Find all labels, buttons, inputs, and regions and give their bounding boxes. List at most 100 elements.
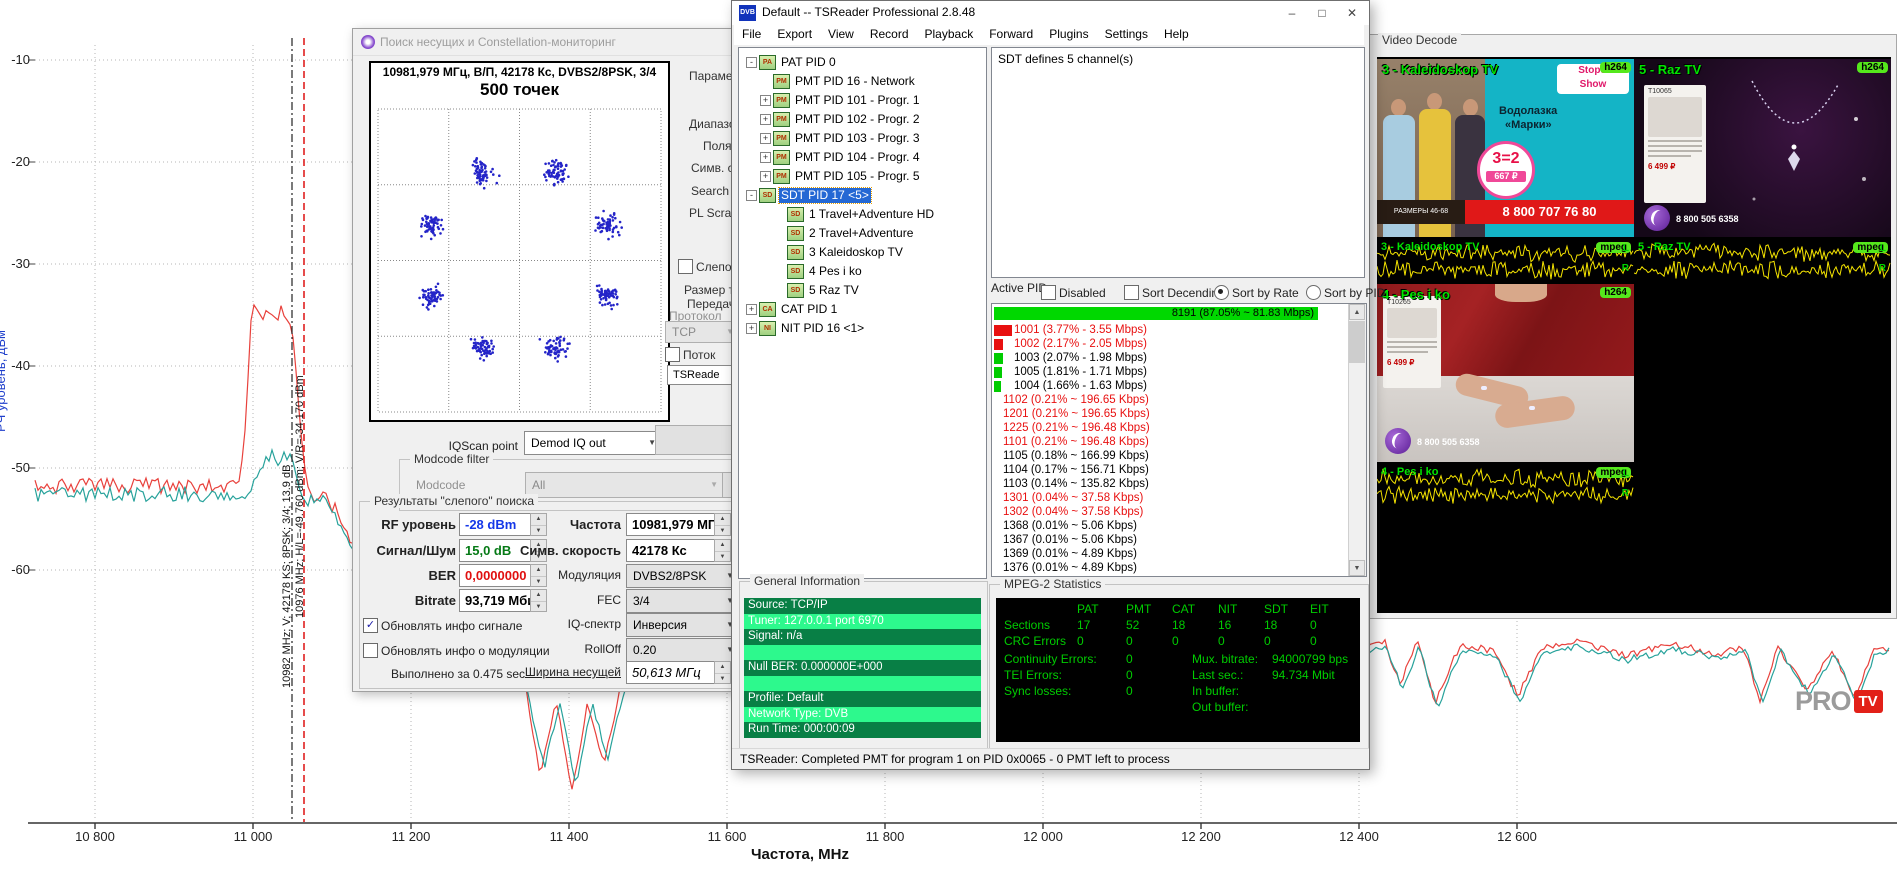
update-signal-info-checkbox[interactable]: ✓ [363,618,378,633]
tree-item[interactable]: PMPMT PID 16 - Network [739,72,984,90]
sort-descending-checkbox[interactable] [1124,285,1139,300]
fragment-tsreader-field[interactable]: TSReade [667,365,740,385]
fragment-protocol-combo[interactable]: TCP▼ [665,321,739,343]
modcode-combo[interactable]: All▼ [525,472,723,498]
tree-expand-icon[interactable]: + [746,304,757,315]
sd-table-icon: SD [787,207,804,222]
info-row: Tuner: 127.0.0.1 port 6970 [744,614,981,630]
general-information-label: General Information [750,574,864,588]
audio-tile-pesiko[interactable]: 4 - Pes i ko mpeg L R [1377,464,1634,507]
frequency-field[interactable]: 10981,979 МГ [626,513,721,536]
tree-item[interactable]: +NINIT PID 16 <1> [739,319,984,337]
video-tile-raztv[interactable]: T10065 6 499 ₽ 8 800 505 6358 5 - Raz TV… [1634,59,1891,237]
carrier-width-field[interactable]: 50,613 МГц [626,661,721,684]
scrollbar[interactable]: ▲ ▼ [1348,304,1366,576]
stats-cell: 0 [1310,634,1317,648]
fragment-blind-checkbox[interactable] [678,259,693,274]
scroll-up-icon[interactable]: ▲ [1349,304,1365,320]
y-axis-title: РЧ уровень, дБм [0,330,8,432]
update-modulation-info-checkbox[interactable] [363,643,378,658]
pid-row-label: 1105 (0.18% ~ 166.99 Kbps) [1003,450,1149,463]
pid-row-label: 1367 (0.01% ~ 5.06 Kbps) [1003,534,1137,547]
codec-badge: h264 [1857,62,1888,73]
tree-item[interactable]: +PMPMT PID 104 - Progr. 4 [739,148,984,166]
modulation-combo[interactable]: DVBS2/8PSK▼ [626,564,739,588]
pid-row-label: 1302 (0.04% ~ 37.58 Kbps) [1003,506,1143,519]
iq-spectrum-combo[interactable]: Инверсия▼ [626,613,739,637]
y-axis-tick-label: -50 [4,460,30,475]
audio-tile-kaleidoskop[interactable]: 3 - Kaleidoskop TV mpeg L R [1377,239,1634,282]
tree-expand-icon[interactable]: + [746,323,757,334]
carrier-width-spinner[interactable]: ▲▼ [714,661,731,684]
sdt-detail-panel: SDT defines 5 channel(s) [991,47,1365,278]
tree-item[interactable]: +PMPMT PID 103 - Progr. 3 [739,129,984,147]
stats-cell: Continuity Errors: [1004,652,1097,666]
tree-expand-icon[interactable]: + [760,171,771,182]
product-card: T10065 6 499 ₽ [1644,85,1706,203]
sd-table-icon: SD [787,283,804,298]
tree-expand-icon[interactable]: - [746,57,757,68]
maximize-button[interactable]: □ [1307,1,1337,25]
tree-expand-icon[interactable]: - [746,190,757,201]
symbol-rate-field[interactable]: 42178 Кс [626,539,721,562]
active-pids-list[interactable]: 8191 (87.05% ~ 81.83 Mbps) 1001 (3.77% -… [991,303,1367,577]
tree-item[interactable]: +CACAT PID 1 [739,300,984,318]
fec-combo[interactable]: 3/4▼ [626,589,739,613]
phone-text: 8 800 505 6358 [1417,437,1480,447]
frequency-spinner[interactable]: ▲▼ [714,513,731,536]
video-tile-pesiko[interactable]: T10265 6 499 ₽ 8 800 505 6358 4 - Pes i … [1377,284,1634,462]
channel-label: 5 - Raz TV [1638,241,1691,253]
tree-expand-icon[interactable]: + [760,152,771,163]
minimize-button[interactable]: – [1277,1,1307,25]
stats-cell: 0 [1126,652,1133,666]
tree-item[interactable]: SD2 Travel+Adventure [739,224,984,242]
video-tile-kaleidoskop[interactable]: Stop& Show Водолазка «Марки» 3=2 667 ₽ Р… [1377,59,1634,237]
tree-item[interactable]: -SDSDT PID 17 <5> [739,186,984,204]
menu-export[interactable]: Export [769,25,820,43]
menu-plugins[interactable]: Plugins [1041,25,1096,43]
close-button[interactable]: ✕ [1337,1,1367,25]
tree-expand-icon[interactable]: + [760,133,771,144]
tsreader-titlebar[interactable]: DVB Default -- TSReader Professional 2.8… [732,1,1369,25]
info-row: Signal: n/a [744,629,981,645]
tree-item[interactable]: +PMPMT PID 105 - Progr. 5 [739,167,984,185]
info-row [744,645,981,661]
tree-item-label: NIT PID 16 <1> [779,321,866,336]
tree-item-label: PMT PID 103 - Progr. 3 [793,131,922,146]
modulation-value: DVBS2/8PSK [633,569,706,583]
product-price: 6 499 ₽ [1648,162,1706,171]
stats-cell: TEI Errors: [1004,668,1062,682]
fragment-stream-checkbox[interactable] [665,347,680,362]
menu-file[interactable]: File [734,25,769,43]
tree-item[interactable]: +PMPMT PID 101 - Progr. 1 [739,91,984,109]
tree-item[interactable]: +PMPMT PID 102 - Progr. 2 [739,110,984,128]
tree-item[interactable]: SD5 Raz TV [739,281,984,299]
menu-view[interactable]: View [820,25,862,43]
carrier-width-label[interactable]: Ширина несущей [491,665,621,679]
menu-forward[interactable]: Forward [981,25,1041,43]
dialog-hidden-button[interactable] [655,425,743,455]
tree-item[interactable]: SD1 Travel+Adventure HD [739,205,984,223]
constellation-box: 10981,979 МГц, В/П, 42178 Кс, DVBS2/8PSK… [369,61,670,422]
menu-help[interactable]: Help [1156,25,1197,43]
dialog-app-icon [361,35,375,49]
tree-item[interactable]: SD4 Pes i ko [739,262,984,280]
disabled-checkbox[interactable] [1041,285,1056,300]
scrollbar-thumb[interactable] [1349,321,1365,363]
menu-record[interactable]: Record [862,25,917,43]
sort-descending-label: Sort Decending [1142,286,1225,300]
tree-item[interactable]: -PAPAT PID 0 [739,53,984,71]
rolloff-combo[interactable]: 0.20▼ [626,638,739,662]
scroll-down-icon[interactable]: ▼ [1349,560,1365,576]
tree-expand-icon[interactable]: + [760,95,771,106]
symbol-rate-spinner[interactable]: ▲▼ [714,539,731,562]
iqscan-combo[interactable]: Demod IQ out▼ [524,431,661,455]
sort-by-rate-radio[interactable] [1214,285,1229,300]
audio-tile-raztv[interactable]: 5 - Raz TV mpeg L R [1634,239,1891,282]
stats-cell: 0 [1172,634,1179,648]
tree-item[interactable]: SD3 Kaleidoskop TV [739,243,984,261]
menu-playback[interactable]: Playback [917,25,982,43]
sort-by-pid-radio[interactable] [1306,285,1321,300]
menu-settings[interactable]: Settings [1097,25,1156,43]
tree-expand-icon[interactable]: + [760,114,771,125]
